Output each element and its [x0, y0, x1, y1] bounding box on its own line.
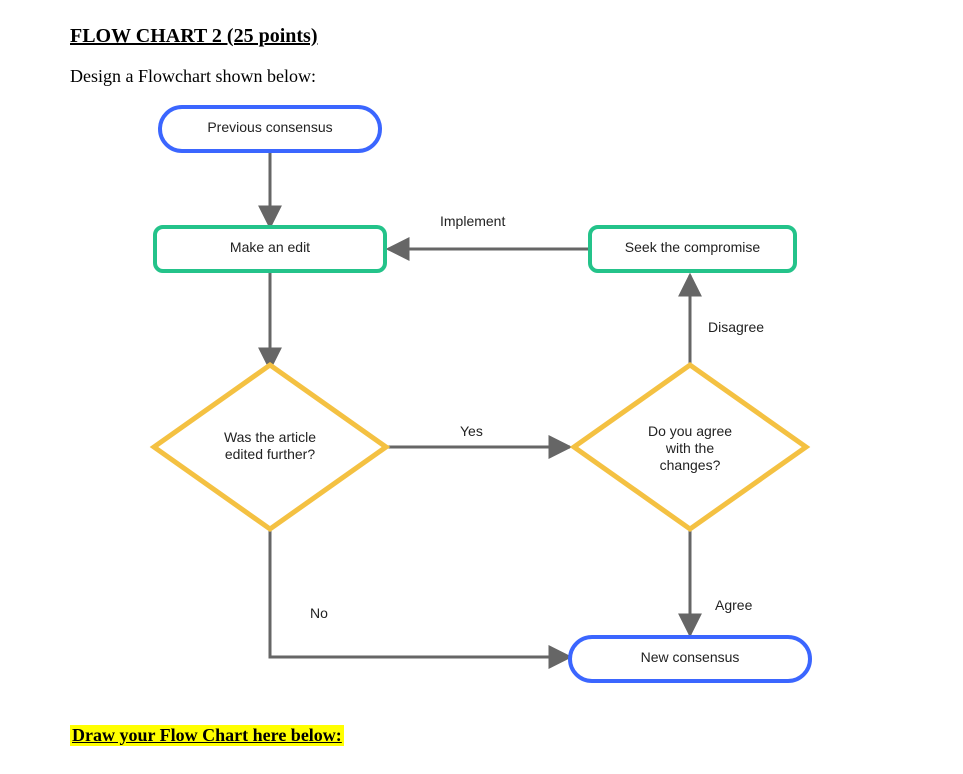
node-previous-consensus [160, 107, 380, 151]
node-seek-compromise [590, 227, 795, 271]
node-new-consensus [570, 637, 810, 681]
node-agree-decision [574, 365, 806, 529]
flowchart-svg [70, 97, 890, 697]
bottom-instruction: Draw your Flow Chart here below: [70, 725, 344, 746]
node-was-edited-decision [154, 365, 386, 529]
heading: FLOW CHART 2 (25 points) [70, 25, 893, 48]
edge-wasedited-to-newcons [270, 527, 570, 657]
document-page: FLOW CHART 2 (25 points) Design a Flowch… [0, 0, 963, 774]
subheading: Design a Flowchart shown below: [70, 66, 893, 87]
flowchart-diagram: Previous consensus Make an edit Seek the… [70, 97, 890, 697]
node-make-an-edit [155, 227, 385, 271]
